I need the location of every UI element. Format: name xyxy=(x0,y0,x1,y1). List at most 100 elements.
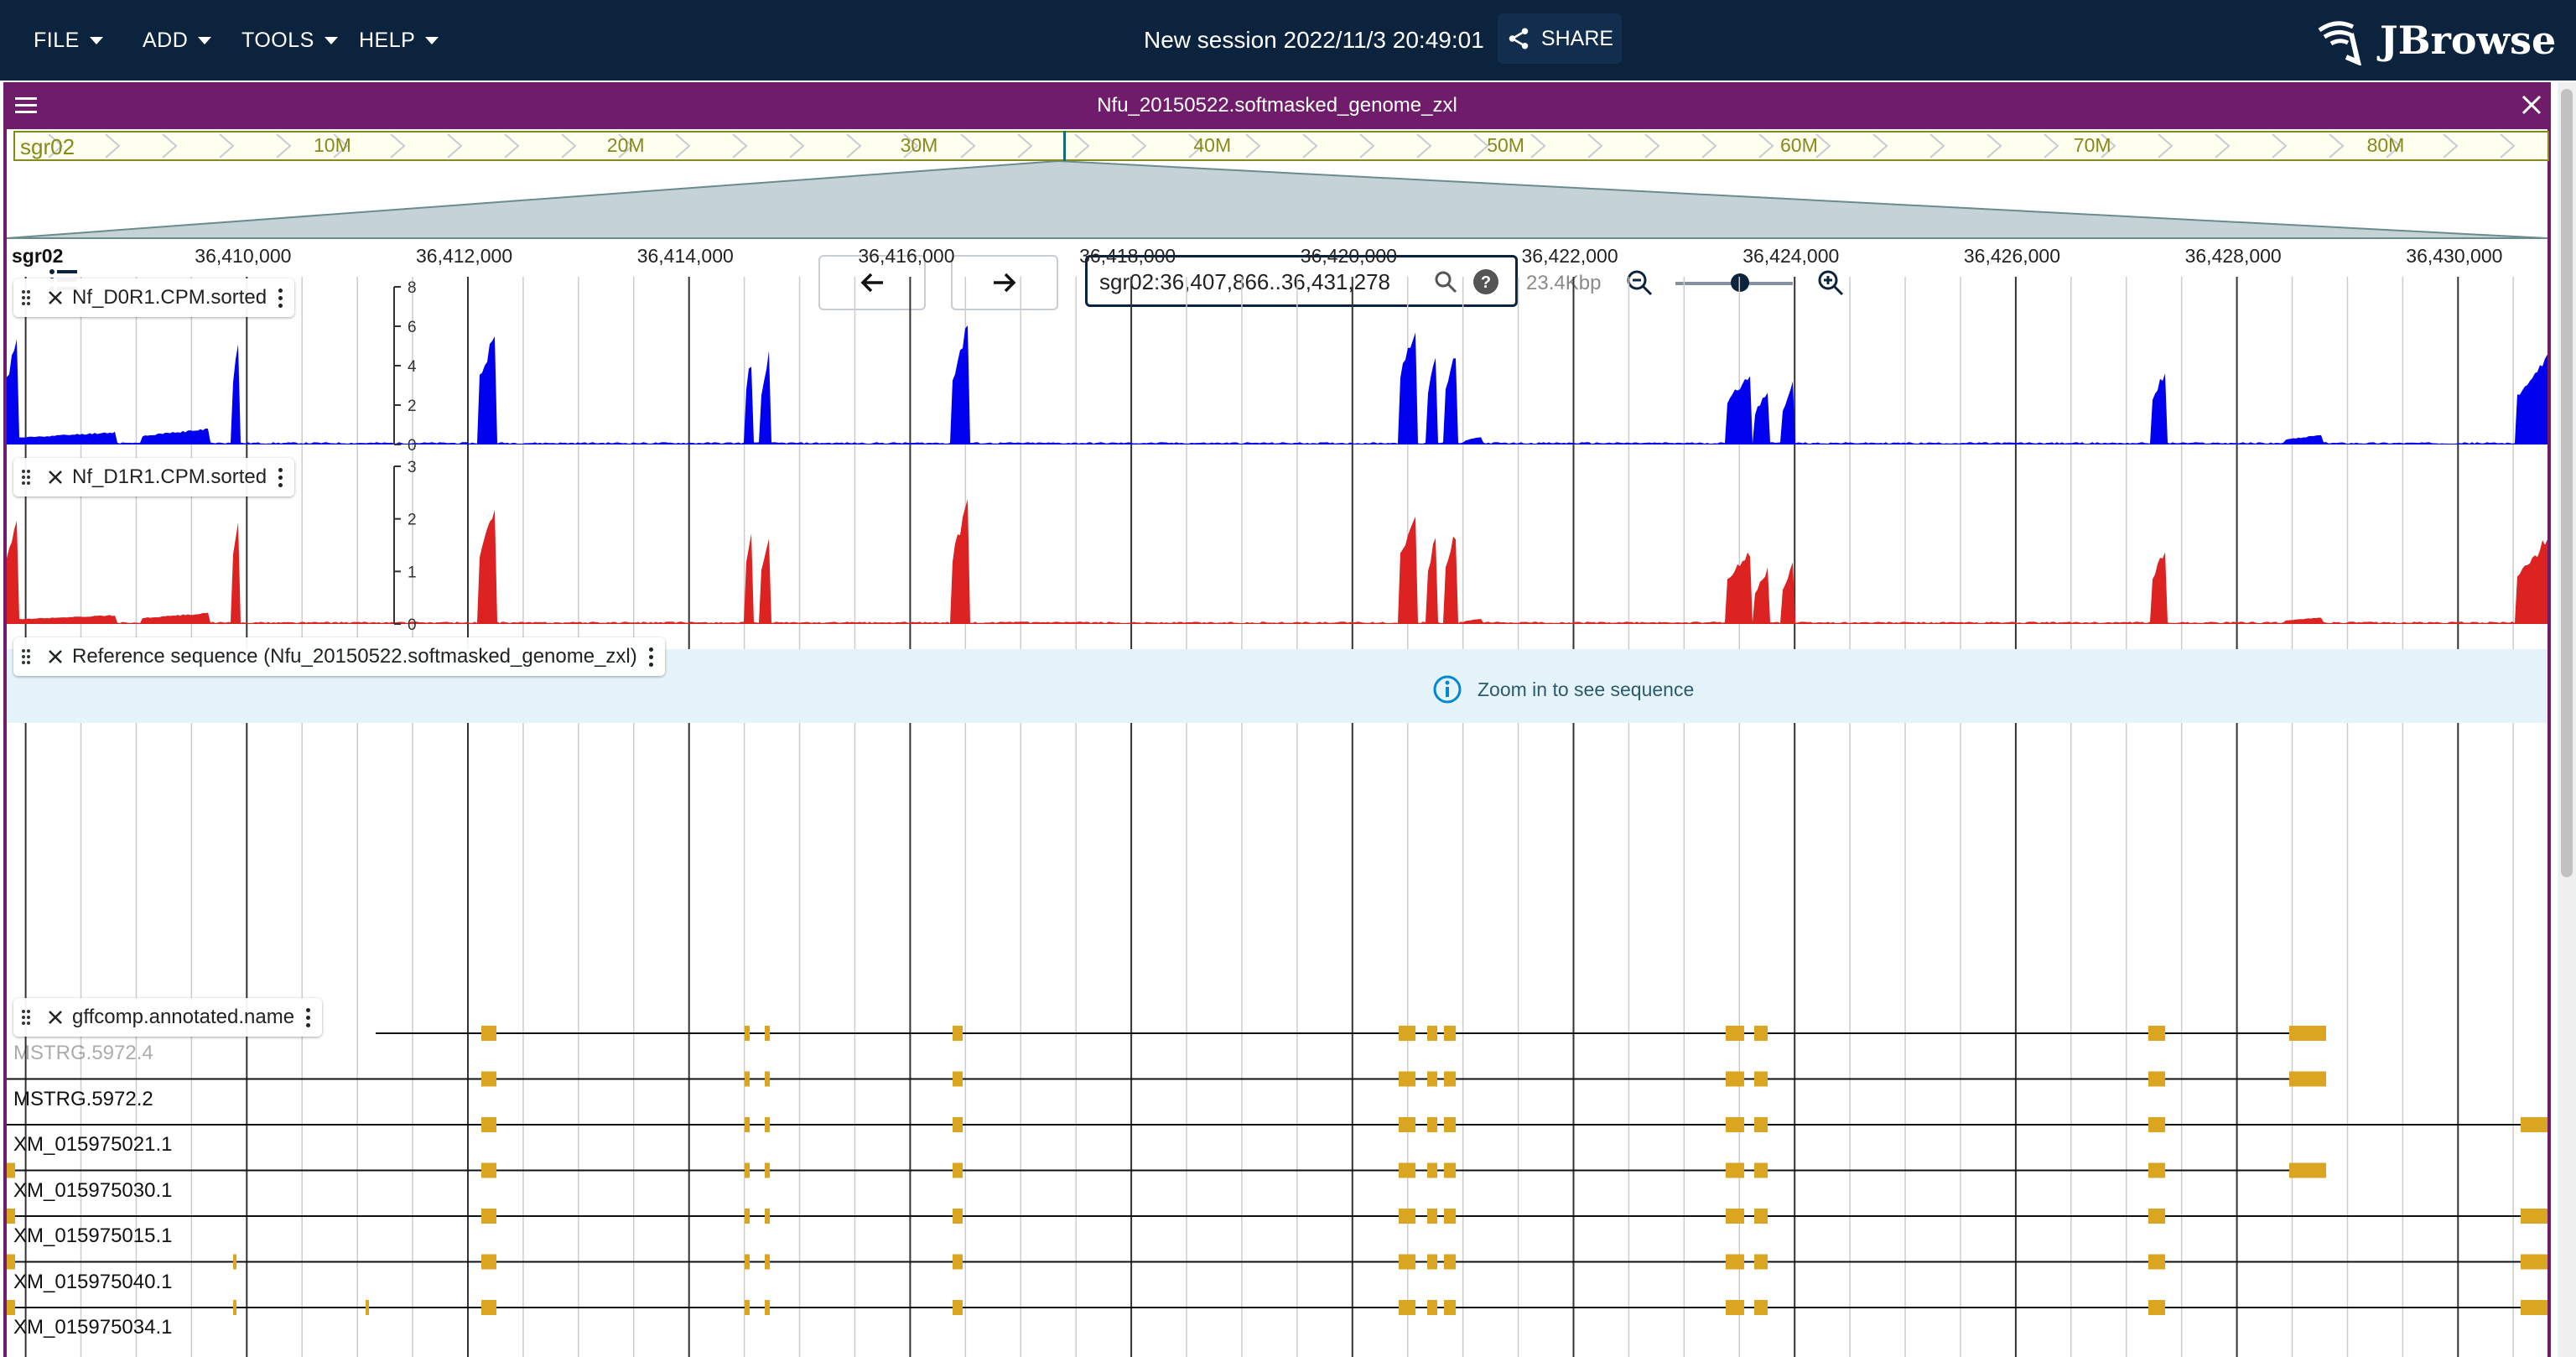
exon-block xyxy=(2148,1117,2165,1132)
coverage-plot-d0r1: 8 6 4 2 0 xyxy=(7,279,2547,455)
jbrowse-logo-icon xyxy=(2318,21,2362,65)
scrollbar-thumb[interactable] xyxy=(2561,89,2573,877)
close-track-icon[interactable] xyxy=(39,649,72,664)
overview-tick-label: 20M xyxy=(606,134,645,156)
exon-block xyxy=(1726,1026,1744,1041)
feature-name-label[interactable]: XM_015975021.1 xyxy=(13,1133,173,1157)
exon-block xyxy=(2521,1117,2547,1132)
share-label: SHARE xyxy=(1540,26,1614,50)
chevron-down-icon xyxy=(425,36,439,44)
track-label-d1r1[interactable]: Nf_D1R1.CPM.sorted xyxy=(13,458,295,497)
feature-name-label[interactable]: XM_015975040.1 xyxy=(13,1271,173,1294)
feature-name-label[interactable]: MSTRG.5972.2 xyxy=(13,1088,153,1111)
y-tick-label: 6 xyxy=(408,319,417,336)
exon-block xyxy=(1427,1254,1437,1270)
exon-block xyxy=(765,1162,770,1178)
exon-block xyxy=(481,1071,496,1087)
overview-scalebar[interactable]: sgr02 10M 20M 30M 40M 50M 60M 70M 80M xyxy=(13,131,2549,161)
exon-block xyxy=(953,1071,963,1087)
ruler-tick-label: 36,416,000 xyxy=(858,245,955,267)
coverage-area xyxy=(7,499,2547,624)
y-tick-label: 8 xyxy=(408,279,417,297)
overview-region-marker xyxy=(1063,131,1066,161)
close-track-icon[interactable] xyxy=(39,1010,72,1025)
exon-block xyxy=(1427,1071,1437,1087)
exon-block xyxy=(953,1026,963,1041)
exon-block xyxy=(765,1071,770,1087)
help-menu-label: HELP xyxy=(359,28,416,52)
exon-block xyxy=(1399,1254,1415,1270)
exon-block xyxy=(366,1300,369,1315)
exon-block xyxy=(2521,1209,2547,1224)
y-tick-label: 0 xyxy=(408,437,417,455)
exon-block xyxy=(1726,1209,1744,1224)
file-menu[interactable]: FILE xyxy=(34,23,103,57)
session-title[interactable]: New session 2022/11/3 20:49:01 xyxy=(1144,23,1484,57)
track-name: Nf_D1R1.CPM.sorted xyxy=(72,465,267,488)
coverage-track-d1r1: 3 2 1 0 Nf_D1R1.CPM.sorted xyxy=(7,456,2547,634)
track-label-gff[interactable]: gffcomp.annotated.name xyxy=(13,998,323,1037)
track-name: Nf_D0R1.CPM.sorted xyxy=(72,286,267,309)
exon-block xyxy=(953,1254,963,1270)
exon-block xyxy=(1444,1254,1456,1270)
jbrowse-app: FILE ADD TOOLS HELP New session 2022/11/… xyxy=(0,0,2576,1357)
track-menu-icon[interactable] xyxy=(306,1007,311,1027)
track-menu-icon[interactable] xyxy=(278,467,283,487)
exon-block xyxy=(1399,1209,1415,1224)
track-name: gffcomp.annotated.name xyxy=(72,1006,295,1028)
drag-handle-icon[interactable] xyxy=(13,648,39,665)
drag-handle-icon[interactable] xyxy=(13,469,39,486)
exon-block xyxy=(7,1254,15,1270)
close-view-icon[interactable] xyxy=(2521,94,2542,120)
help-menu[interactable]: HELP xyxy=(359,23,439,57)
track-label-reference[interactable]: Reference sequence (Nfu_20150522.softmas… xyxy=(13,637,665,676)
track-label-d0r1[interactable]: Nf_D0R1.CPM.sorted xyxy=(13,278,295,317)
close-track-icon[interactable] xyxy=(39,290,72,305)
ruler-tick-label: 36,412,000 xyxy=(416,245,513,267)
ruler-tick-label: 36,422,000 xyxy=(1521,245,1618,267)
track-menu-icon[interactable] xyxy=(648,647,653,667)
ruler-tick-label: 36,428,000 xyxy=(2184,245,2282,267)
y-tick-label: 4 xyxy=(408,358,417,376)
tools-menu[interactable]: TOOLS xyxy=(242,23,338,57)
exon-block xyxy=(1399,1117,1415,1132)
exon-block xyxy=(1444,1162,1456,1178)
drag-handle-icon[interactable] xyxy=(13,1009,39,1026)
y-tick-label: 2 xyxy=(408,512,417,529)
exon-block xyxy=(2148,1071,2165,1087)
exon-block xyxy=(765,1254,770,1270)
exon-block xyxy=(481,1117,496,1132)
share-button[interactable]: SHARE xyxy=(1498,13,1622,64)
chevron-down-icon xyxy=(89,36,103,44)
exon-block xyxy=(1754,1300,1768,1315)
feature-name-label[interactable]: XM_015975015.1 xyxy=(13,1224,173,1248)
exon-block xyxy=(481,1254,496,1270)
track-menu-icon[interactable] xyxy=(278,288,283,308)
add-menu[interactable]: ADD xyxy=(143,23,212,57)
exon-block xyxy=(2289,1162,2326,1178)
exon-block xyxy=(1399,1071,1415,1087)
y-tick-label: 3 xyxy=(408,459,417,476)
exon-block xyxy=(2521,1300,2547,1315)
exon-block xyxy=(1427,1162,1437,1178)
close-track-icon[interactable] xyxy=(39,470,72,485)
exon-block xyxy=(1726,1162,1744,1178)
file-menu-label: FILE xyxy=(34,28,80,52)
page-scrollbar[interactable] xyxy=(2558,82,2576,1357)
tools-menu-label: TOOLS xyxy=(242,28,314,52)
exon-block xyxy=(1427,1026,1437,1041)
overview-tick-label: 70M xyxy=(2073,134,2111,156)
gff-feature-track: MSTRG.5972.4 MSTRG.5972.2 XM_015975021.1 XM… xyxy=(7,998,2547,1350)
feature-name-label[interactable]: MSTRG.5972.4 xyxy=(13,1042,153,1065)
linear-genome-view: Nfu_20150522.softmasked_genome_zxl sgr02… xyxy=(3,82,2551,1357)
exon-block xyxy=(1754,1026,1768,1041)
feature-name-label[interactable]: XM_015975034.1 xyxy=(13,1316,173,1339)
view-title: Nfu_20150522.softmasked_genome_zxl xyxy=(1097,94,1457,117)
exon-block xyxy=(1427,1209,1437,1224)
exon-block xyxy=(2148,1162,2165,1178)
feature-name-label[interactable]: XM_015975030.1 xyxy=(13,1179,173,1203)
drag-handle-icon[interactable] xyxy=(13,289,39,306)
exon-block xyxy=(233,1300,236,1315)
ruler-tick-label: 36,420,000 xyxy=(1300,245,1397,267)
exon-block xyxy=(481,1300,496,1315)
